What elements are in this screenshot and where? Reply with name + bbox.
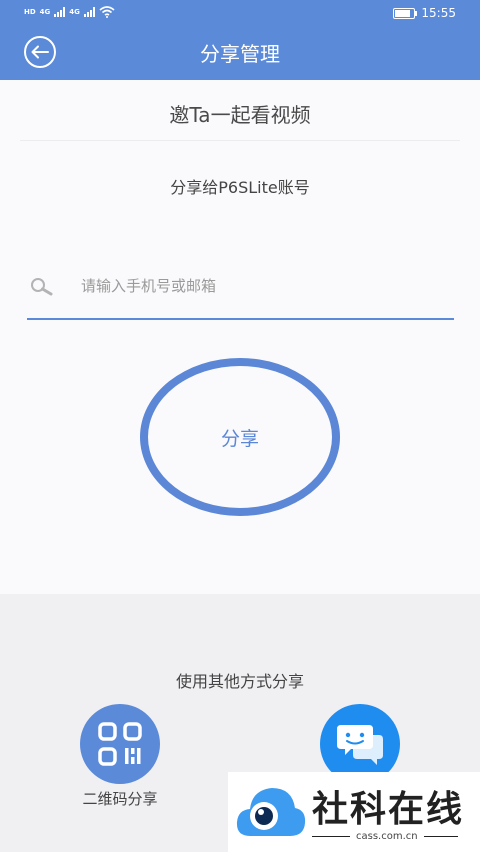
watermark: 社科在线 cass.com.cn xyxy=(228,772,480,852)
search-input[interactable] xyxy=(81,274,441,298)
qr-code-share-button[interactable] xyxy=(80,704,160,784)
watermark-name: 社科在线 xyxy=(312,789,465,830)
status-left: HD 4G 4G xyxy=(24,6,115,18)
cloud-logo-icon xyxy=(236,788,306,836)
app-header: 分享管理 xyxy=(0,28,480,80)
clock: 15:55 xyxy=(421,6,456,20)
page-title: 分享管理 xyxy=(200,42,280,66)
hd-indicator: HD xyxy=(24,7,36,16)
network-type-1: 4G xyxy=(39,7,51,16)
search-field xyxy=(27,268,454,320)
share-button[interactable]: 分享 xyxy=(140,358,340,516)
share-target-text: 分享给P6SLite账号 xyxy=(170,178,310,197)
battery-icon xyxy=(393,7,418,19)
wifi-icon xyxy=(99,6,115,18)
status-bar: HD 4G 4G 15:55 xyxy=(0,0,480,28)
other-share-title: 使用其他方式分享 xyxy=(175,672,304,691)
qr-code-share-label: 二维码分享 xyxy=(82,790,158,808)
qr-code-share-option[interactable]: 二维码分享 xyxy=(60,704,180,809)
search-icon xyxy=(31,278,53,296)
watermark-url: cass.com.cn xyxy=(356,831,418,842)
main-content: 邀Ta一起看视频 分享给P6SLite账号 分享 xyxy=(0,80,480,594)
share-button-label: 分享 xyxy=(220,427,259,450)
network-type-2: 4G xyxy=(69,7,80,16)
status-right: 15:55 xyxy=(393,6,456,20)
invite-title: 邀Ta一起看视频 xyxy=(20,100,460,141)
signal-icon xyxy=(54,7,66,17)
qr-code-icon xyxy=(98,722,142,766)
chat-bubble-icon xyxy=(337,725,383,765)
signal-icon xyxy=(83,7,95,17)
